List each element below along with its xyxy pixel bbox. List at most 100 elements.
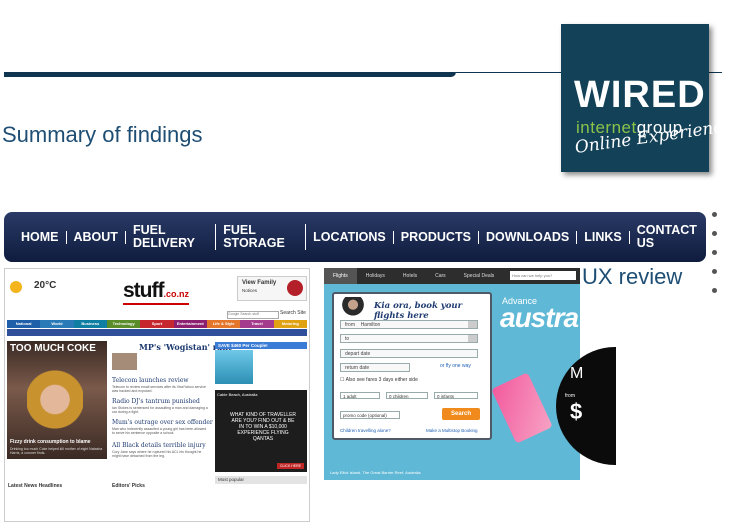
travel-ad-text: WHAT KIND OF TRAVELLER ARE YOU? FIND OUT… xyxy=(229,412,297,442)
bullet-dot xyxy=(712,212,717,217)
promo-australia: austra xyxy=(500,302,579,333)
story-text: Telecom to review email services after i… xyxy=(112,385,206,394)
promo-circle-letter: M xyxy=(570,365,584,382)
lead-caption-sub: Drinking too much Coke helped kill mothe… xyxy=(10,447,103,455)
chevron-down-icon[interactable] xyxy=(468,335,477,342)
header-rule-thick xyxy=(4,72,456,77)
promo-code-input[interactable]: promo code (optional) xyxy=(340,411,400,419)
story-text: Man who indecently assaulted a young gir… xyxy=(112,427,207,436)
story-headline[interactable]: Radio DJ's tantrum punished xyxy=(112,398,200,405)
lead-caption[interactable]: Fizzy drink consumption to blame xyxy=(10,439,91,445)
view-family-label: View Family Notices xyxy=(242,280,276,295)
return-date-field[interactable]: return date xyxy=(340,363,410,372)
view-family-notices[interactable]: View Family Notices xyxy=(237,276,307,301)
flexible-dates-label: Also see fares 3 days either side xyxy=(345,377,418,383)
logo-wired-text: WIRED xyxy=(574,74,706,116)
story-text: Cory Jane says where he ruptured his ACL… xyxy=(112,450,202,459)
stuff-logo[interactable]: stuff.co.nz xyxy=(123,279,190,305)
float-image xyxy=(491,372,553,444)
bullet-dot xyxy=(712,250,717,255)
bullet-list xyxy=(712,212,717,307)
from-label: from xyxy=(345,322,355,328)
stuff-search-input[interactable]: Google Search stuff xyxy=(227,311,279,319)
tab-hotels[interactable]: Hotels xyxy=(394,268,426,284)
section-tab[interactable]: Travel xyxy=(240,320,274,328)
tab-cars[interactable]: Cars xyxy=(426,268,455,284)
bullet-dot xyxy=(712,231,717,236)
booking-panel: Kia ora, book your flights here from Ham… xyxy=(332,292,492,440)
mp-photo xyxy=(112,353,137,370)
stuff-logo-underline xyxy=(123,303,190,305)
tab-flights[interactable]: Flights xyxy=(324,268,357,284)
rose-icon xyxy=(287,280,303,296)
nav-item-about[interactable]: ABOUT xyxy=(67,230,126,244)
latest-news-header: Latest News Headlines xyxy=(8,483,63,489)
lead-photo xyxy=(27,361,83,431)
promo-circle-price: $ xyxy=(570,399,583,424)
bullet-dot xyxy=(712,269,717,274)
to-field[interactable]: to xyxy=(340,334,478,343)
bullet-dot xyxy=(712,288,717,293)
stuff-logo-suffix: .co.nz xyxy=(163,289,190,299)
flights-screenshot: Flights Holidays Hotels Cars Special Dea… xyxy=(324,268,580,480)
nav-item-contact-us[interactable]: CONTACT US xyxy=(630,224,706,250)
section-tab[interactable]: National xyxy=(7,320,41,328)
lead-story-image[interactable]: TOO MUCH COKE Fizzy drink consumption to… xyxy=(7,341,107,459)
travel-ad-label: Cable Beach, Australia xyxy=(217,392,258,397)
from-field[interactable]: from Hamilton xyxy=(340,320,478,329)
nav-item-links[interactable]: LINKS xyxy=(577,230,630,244)
section-tab[interactable]: Business xyxy=(73,320,107,328)
multistop-link[interactable]: Make a Multistop Booking xyxy=(426,428,478,433)
flexible-dates-checkbox[interactable]: ☐ Also see fares 3 days either side xyxy=(340,377,418,383)
tab-special-deals[interactable]: Special Deals xyxy=(455,268,504,284)
section-tab[interactable]: World xyxy=(40,320,74,328)
nav-item-fuel-storage[interactable]: FUEL STORAGE xyxy=(216,224,307,250)
wired-logo: WIRED internetgroup Online Experience xyxy=(561,24,734,172)
nav-item-downloads[interactable]: DOWNLOADS xyxy=(479,230,578,244)
nav-item-products[interactable]: PRODUCTS xyxy=(394,230,479,244)
sub-nav xyxy=(7,329,307,336)
to-label: to xyxy=(345,336,350,342)
booking-greeting: Kia ora, book your flights here xyxy=(374,301,463,321)
stuff-search-button[interactable]: Search Site xyxy=(280,310,306,316)
nav-item-home[interactable]: HOME xyxy=(21,230,67,244)
travel-ad-cta[interactable]: CLICK HERE xyxy=(276,463,304,469)
section-tab[interactable]: Motoring xyxy=(273,320,307,328)
travel-ad[interactable]: Cable Beach, Australia WHAT KIND OF TRAV… xyxy=(215,390,307,472)
section-tab[interactable]: Sport xyxy=(140,320,174,328)
one-way-link[interactable]: or fly one way xyxy=(440,363,471,369)
section-nav: National World Business Technology Sport Ente… xyxy=(7,320,307,328)
from-value: Hamilton xyxy=(360,322,381,328)
stuff-screenshot: 20°C stuff.co.nz View Family Notices Goog… xyxy=(4,268,310,522)
children-alone-link[interactable]: Children travelling alone? xyxy=(340,428,391,433)
sun-icon xyxy=(10,281,22,293)
slide-subtitle: UX review xyxy=(582,264,683,289)
site-nav-bar: HOME ABOUT FUEL DELIVERY FUEL STORAGE LO… xyxy=(4,212,706,262)
depart-date-field[interactable]: depart date xyxy=(340,349,478,358)
help-search-input[interactable]: How can we help you? xyxy=(510,271,576,280)
section-tab[interactable]: Technology xyxy=(106,320,141,328)
children-select[interactable]: 0 children xyxy=(386,392,428,399)
search-button[interactable]: Search xyxy=(442,408,480,420)
most-popular-header[interactable]: Most popular xyxy=(215,476,307,484)
tab-holidays[interactable]: Holidays xyxy=(357,268,394,284)
chevron-down-icon[interactable] xyxy=(468,321,477,328)
section-tab[interactable]: Life & Style xyxy=(206,320,241,328)
story-headline[interactable]: Telecom launches review xyxy=(112,377,189,384)
slide-title: Summary of findings xyxy=(2,122,203,147)
travel-ad-image[interactable] xyxy=(215,350,253,384)
photo-caption: Lady Elliot Island, The Great Barrier Re… xyxy=(330,470,421,475)
lead-headline[interactable]: TOO MUCH COKE xyxy=(10,343,96,354)
editors-picks-header: Editors' Picks xyxy=(112,483,145,489)
nav-item-locations[interactable]: LOCATIONS xyxy=(306,230,394,244)
adults-select[interactable]: 1 adult xyxy=(340,392,380,399)
save-banner[interactable]: SAVE $460 Per Couple! xyxy=(215,342,307,349)
section-tab[interactable]: Entertainment xyxy=(173,320,207,328)
story-headline[interactable]: Mum's outrage over sex offender xyxy=(112,419,213,426)
story-headline[interactable]: All Black details terrible injury xyxy=(112,442,206,449)
weather-temp: 20°C xyxy=(34,280,57,291)
nav-item-fuel-delivery[interactable]: FUEL DELIVERY xyxy=(126,224,217,250)
infants-select[interactable]: 0 infants xyxy=(434,392,478,399)
view-family-line1: View Family xyxy=(242,280,277,286)
stuff-logo-main: stuff xyxy=(123,279,164,302)
